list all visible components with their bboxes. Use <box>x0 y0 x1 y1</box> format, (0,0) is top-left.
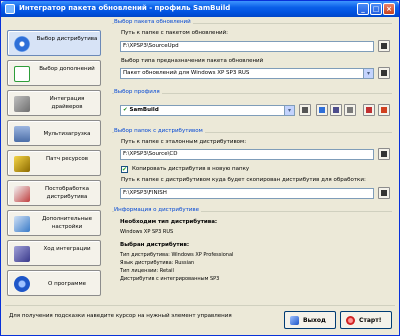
browse-source-button[interactable] <box>378 148 390 160</box>
start-icon <box>346 316 355 325</box>
needed-type-value: Windows XP SP3 RUS <box>120 229 174 235</box>
profile-select[interactable]: ✔ SamBuild ▾ <box>120 105 295 116</box>
profile-copy-button[interactable] <box>344 104 356 116</box>
sidebar-item-label: Дополнительные настройки <box>42 216 92 230</box>
maximize-button[interactable]: □ <box>370 3 382 15</box>
hint-text: Для получения подсказки наведите курсор … <box>9 313 232 319</box>
sidebar-item-addons[interactable]: Выбор дополнений <box>7 60 101 86</box>
sidebar-item-multiboot[interactable]: Мультизагрузка <box>7 120 101 146</box>
bottom-divider <box>5 305 395 306</box>
chevron-down-icon[interactable]: ▾ <box>363 69 373 78</box>
sidebar-item-label: Патч ресурсов <box>46 156 88 162</box>
sidebar-item-patch[interactable]: Патч ресурсов <box>7 150 101 176</box>
sp-type-select[interactable]: Пакет обновлений для Windows XP SP3 RUS … <box>120 68 374 79</box>
sp-type-value: Пакет обновлений для Windows XP SP3 RUS <box>123 70 250 76</box>
copy-distrib-label: Копировать дистрибутив в новую папку <box>132 166 250 172</box>
start-button-label: Старт! <box>359 317 382 324</box>
patch-icon <box>14 156 30 172</box>
needed-type-heading: Необходим тип дистрибутива: <box>120 219 218 225</box>
chevron-down-icon[interactable]: ▾ <box>284 106 294 115</box>
profile-group-title: Выбор профиля <box>114 89 162 95</box>
profile-saveas-button[interactable] <box>330 104 342 116</box>
new-icon <box>381 107 387 113</box>
info-line: Тип лицензии: Retail <box>120 268 174 274</box>
distrib-group-title: Выбор папок с дистрибутивом <box>114 128 205 134</box>
folder-icon <box>381 190 387 196</box>
folder-icon <box>302 107 308 113</box>
info-group-title: Информация о дистрибутиве <box>114 207 201 213</box>
sidebar-item-label: Выбор дистрибутива <box>36 36 98 42</box>
sidebar-item-drivers[interactable]: Интеграция драйверов <box>7 90 101 116</box>
info-line: Язык дистрибутива: Russian <box>120 260 195 266</box>
dest-path-label: Путь к папке с дистрибутивом куда будет … <box>121 177 366 183</box>
sp-path-field[interactable]: F:\XPSP3\SourceUpd <box>120 41 374 52</box>
chosen-heading: Выбран дистрибутив: <box>120 242 190 248</box>
driver-icon <box>14 96 30 112</box>
sidebar-item-postprocess[interactable]: Постобработка дистрибутива <box>7 180 101 206</box>
sidebar-item-settings[interactable]: Дополнительные настройки <box>7 210 101 236</box>
title-bar[interactable]: Интегратор пакета обновлений - профиль S… <box>1 1 399 17</box>
sidebar-item-progress[interactable]: Ход интеграции <box>7 240 101 266</box>
exit-button-label: Выход <box>303 317 326 324</box>
bottom-bar: Для получения подсказки наведите курсор … <box>1 307 399 336</box>
sidebar-item-label: Ход интеграции <box>43 246 91 252</box>
close-button[interactable]: × <box>383 3 395 15</box>
progress-icon <box>14 246 30 262</box>
exit-icon <box>290 316 299 325</box>
save-icon <box>319 107 325 113</box>
sp-path-label: Путь к папке с пакетом обновлений: <box>121 30 229 36</box>
delete-icon <box>366 107 372 113</box>
profile-save-button[interactable] <box>316 104 328 116</box>
postprocess-icon <box>14 186 30 202</box>
sp-type-browse-button[interactable] <box>378 67 390 79</box>
sidebar-item-distrib[interactable]: Выбор дистрибутива <box>7 30 101 56</box>
copy-distrib-checkbox[interactable]: ✔ <box>121 166 128 173</box>
profile-delete-button[interactable] <box>363 104 375 116</box>
info-line: Дистрибутив с интегрированным SP3 <box>120 276 220 282</box>
settings-icon <box>14 216 30 232</box>
app-icon <box>5 4 15 14</box>
sidebar-item-label: Мультизагрузка <box>43 131 91 137</box>
folder-icon <box>381 151 387 157</box>
checklist-icon <box>14 66 30 82</box>
main-window: Интегратор пакета обновлений - профиль S… <box>0 0 400 336</box>
info-icon <box>14 276 30 292</box>
service-pack-group-title: Выбор пакета обновлений <box>114 19 193 25</box>
saveas-icon <box>333 107 339 113</box>
copy-icon <box>347 107 353 113</box>
profile-open-button[interactable] <box>299 104 311 116</box>
sidebar-item-label: О программе <box>48 281 86 287</box>
sp-type-label: Выбор типа предназначения пакета обновле… <box>121 58 264 64</box>
sidebar-item-about[interactable]: О программе <box>7 270 101 296</box>
profile-value: SamBuild <box>129 107 159 113</box>
sidebar-item-label: Интеграция драйверов <box>49 96 85 110</box>
folder-icon <box>381 70 387 76</box>
browse-dest-button[interactable] <box>378 187 390 199</box>
sidebar-item-label: Постобработка дистрибутива <box>45 186 89 200</box>
dest-path-field[interactable]: F:\XPSP3\FINISH <box>120 188 374 199</box>
folder-icon <box>381 43 387 49</box>
sidebar-item-label: Выбор дополнений <box>39 66 95 72</box>
minimize-button[interactable]: _ <box>357 3 369 15</box>
source-path-label: Путь к папке с эталонным дистрибутивом: <box>121 139 247 145</box>
window-title: Интегратор пакета обновлений - профиль S… <box>19 4 231 12</box>
profile-new-button[interactable] <box>378 104 390 116</box>
multiboot-icon <box>14 126 30 142</box>
exit-button[interactable]: Выход <box>284 311 336 329</box>
source-path-field[interactable]: F:\XPSP3\Source\CD <box>120 149 374 160</box>
disc-icon <box>14 36 30 52</box>
info-line: Тип дистрибутива: Windows XP Professiona… <box>120 252 234 258</box>
start-button[interactable]: Старт! <box>340 311 392 329</box>
browse-folder-button[interactable] <box>378 40 390 52</box>
sidebar: Выбор дистрибутива Выбор дополнений Инте… <box>1 17 104 307</box>
